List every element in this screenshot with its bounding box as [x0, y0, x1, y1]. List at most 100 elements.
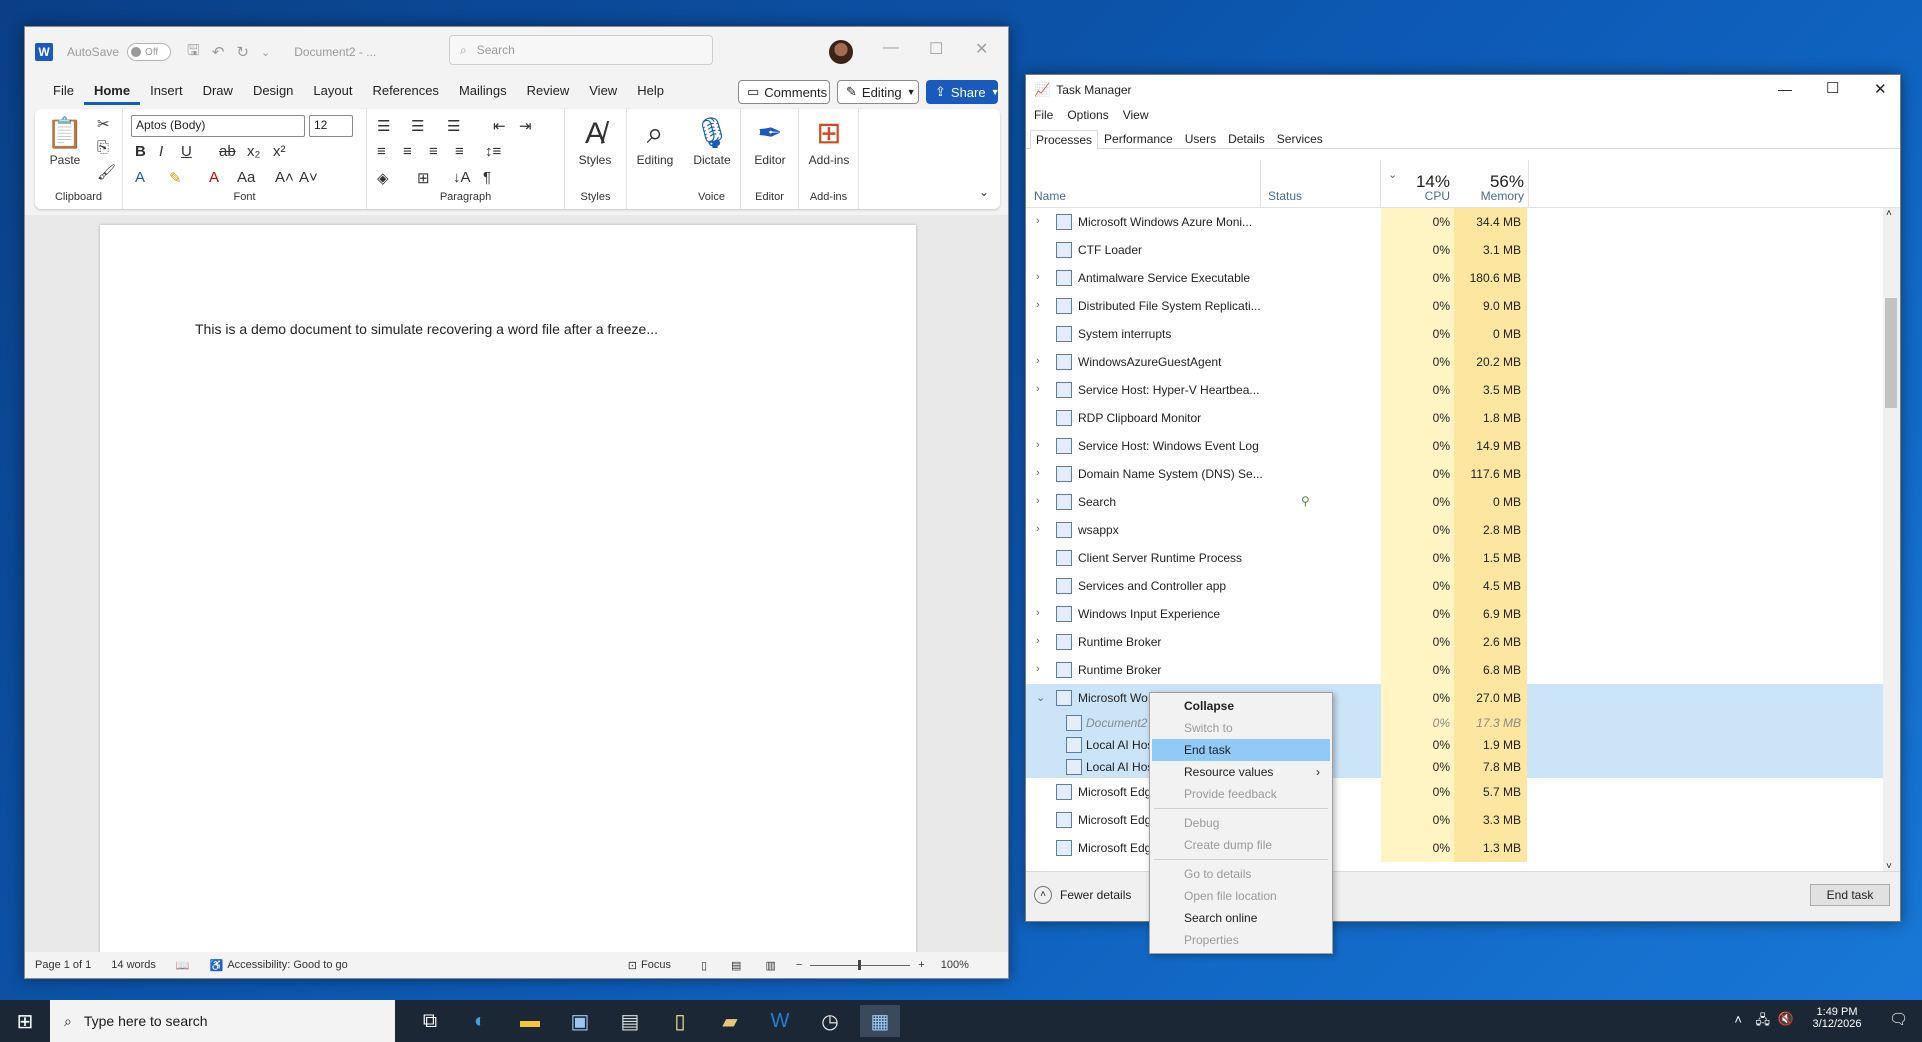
document-page[interactable]: This is a demo document to simulate reco… — [100, 225, 916, 965]
task-manager-taskbar-icon[interactable]: ▦ — [860, 1005, 900, 1037]
font-size-select[interactable]: 12 — [309, 115, 353, 137]
word-search-box[interactable]: ⌕ Search — [449, 35, 713, 65]
process-row[interactable]: › Distributed File System Replicati... 0% 9… — [1026, 292, 1900, 320]
underline-icon[interactable]: U — [181, 143, 192, 160]
save-icon[interactable]: 🖫 — [187, 40, 200, 65]
expand-chevron-icon[interactable]: › — [1036, 383, 1040, 395]
end-task-button[interactable]: End task — [1810, 884, 1890, 906]
tab-services[interactable]: Services — [1271, 129, 1329, 148]
tab-view[interactable]: View — [579, 77, 627, 105]
tab-file[interactable]: File — [43, 77, 84, 105]
process-row[interactable]: › Search 0% 0 MB ⚲ — [1026, 488, 1900, 516]
justify-icon[interactable]: ≡ — [455, 143, 464, 160]
bold-icon[interactable]: B — [135, 143, 146, 160]
expand-chevron-icon[interactable]: › — [1036, 495, 1040, 507]
zoom-in-icon[interactable]: + — [918, 959, 924, 971]
menu-item-collapse[interactable]: Collapse — [1152, 695, 1330, 717]
dictate-button[interactable]: 🎙 Dictate — [684, 115, 740, 167]
edge-icon[interactable]: ◐ — [460, 1005, 500, 1037]
process-row[interactable]: › Microsoft Windows Azure Moni... 0% 34.4 M… — [1026, 208, 1900, 236]
page-count[interactable]: Page 1 of 1 — [35, 959, 91, 971]
zoom-slider[interactable] — [810, 959, 911, 970]
comments-button[interactable]: ▭ Comments — [738, 80, 830, 104]
format-painter-icon[interactable]: 🖌 — [97, 163, 116, 181]
align-center-icon[interactable]: ≡ — [403, 143, 412, 160]
tab-details[interactable]: Details — [1222, 129, 1271, 148]
tab-mailings[interactable]: Mailings — [449, 77, 517, 105]
tm-menu-file[interactable]: File — [1034, 108, 1053, 122]
strikethrough-icon[interactable]: ab — [219, 143, 236, 160]
tm-menu-view[interactable]: View — [1123, 108, 1149, 122]
italic-icon[interactable]: I — [159, 143, 163, 160]
task-view-icon[interactable]: ⧉ — [410, 1005, 450, 1037]
accessibility-status[interactable]: Accessibility: Good to go — [227, 959, 347, 971]
expand-chevron-icon[interactable]: › — [1036, 215, 1040, 227]
shading-icon[interactable]: ◈ — [377, 169, 389, 187]
expand-chevron-icon[interactable]: › — [1036, 635, 1040, 647]
process-row[interactable]: › Service Host: Windows Event Log 0% 14.9 M… — [1026, 432, 1900, 460]
share-button[interactable]: ⇪ Share ▼ — [926, 80, 1000, 104]
customize-qat-icon[interactable]: ⌄ — [261, 46, 270, 59]
font-color-icon[interactable]: A — [209, 169, 219, 186]
cut-icon[interactable]: ✂ — [97, 115, 110, 133]
decrease-indent-icon[interactable]: ⇤ — [493, 117, 506, 135]
start-button-icon[interactable]: ⊞ — [5, 1005, 45, 1037]
tab-help[interactable]: Help — [627, 77, 674, 105]
process-row[interactable]: › Service Host: Hyper-V Heartbea... 0% 3.5 … — [1026, 376, 1900, 404]
word-taskbar-icon[interactable]: W — [760, 1005, 800, 1037]
align-right-icon[interactable]: ≡ — [429, 143, 438, 160]
tab-draw[interactable]: Draw — [193, 77, 243, 105]
remote-desktop-icon[interactable]: ▰ — [710, 1005, 750, 1037]
web-layout-icon[interactable]: ▥ — [765, 959, 775, 972]
line-spacing-icon[interactable]: ↕≡ — [485, 143, 501, 160]
process-row[interactable]: › Runtime Broker 0% 6.8 MB — [1026, 656, 1900, 684]
column-cpu[interactable]: CPU — [1380, 189, 1450, 203]
expand-chevron-icon[interactable]: › — [1036, 663, 1040, 675]
proofing-icon[interactable]: 📖 — [176, 959, 190, 972]
sticky-notes-icon[interactable]: ▯ — [660, 1005, 700, 1037]
copy-icon[interactable]: ⎘ — [97, 139, 109, 156]
tray-clock[interactable]: 1:49 PM 3/12/2026 — [1804, 1006, 1870, 1030]
column-name[interactable]: Name — [1034, 189, 1066, 203]
expand-chevron-icon[interactable]: › — [1036, 355, 1040, 367]
styles-button[interactable]: A̸ Styles — [567, 115, 623, 167]
read-mode-icon[interactable]: ▯ — [701, 959, 707, 972]
editing-mode-button[interactable]: ✎ Editing ▼ — [837, 80, 919, 104]
process-row[interactable]: Client Server Runtime Process 0% 1.5 MB — [1026, 544, 1900, 572]
expand-chevron-icon[interactable]: › — [1036, 271, 1040, 283]
notifications-icon[interactable]: 🗨 — [1889, 1010, 1908, 1028]
grow-font-icon[interactable]: A˄ — [275, 169, 294, 186]
align-left-icon[interactable]: ≡ — [377, 143, 386, 160]
process-row[interactable]: › Runtime Broker 0% 2.6 MB — [1026, 628, 1900, 656]
close-icon[interactable]: ✕ — [975, 39, 988, 59]
notepad-icon[interactable]: ▤ — [610, 1005, 650, 1037]
menu-item-search-online[interactable]: Search online — [1152, 907, 1330, 929]
tm-menu-options[interactable]: Options — [1067, 108, 1108, 122]
collapse-chevron-icon[interactable]: ⌄ — [1036, 691, 1045, 704]
text-effects-icon[interactable]: A — [135, 169, 145, 186]
tab-layout[interactable]: Layout — [303, 77, 362, 105]
paste-button[interactable]: 📋 Paste — [37, 115, 93, 167]
print-layout-icon[interactable]: ▤ — [731, 959, 741, 972]
minimize-icon[interactable]: — — [1778, 81, 1792, 97]
clock-app-icon[interactable]: ◷ — [810, 1005, 850, 1037]
superscript-icon[interactable]: x² — [273, 143, 286, 160]
zoom-out-icon[interactable]: − — [796, 959, 802, 971]
change-case-icon[interactable]: Aa — [237, 169, 255, 186]
editing-button[interactable]: ⌕ Editing — [627, 115, 683, 167]
expand-chevron-icon[interactable]: › — [1036, 439, 1040, 451]
expand-chevron-icon[interactable]: › — [1036, 467, 1040, 479]
multilevel-list-icon[interactable]: ☰ — [447, 117, 460, 135]
tab-insert[interactable]: Insert — [140, 77, 193, 105]
file-explorer-icon[interactable]: ▬ — [510, 1005, 550, 1037]
minimize-icon[interactable]: — — [883, 39, 899, 57]
autosave-toggle[interactable]: Off — [127, 43, 172, 61]
process-row[interactable]: › WindowsAzureGuestAgent 0% 20.2 MB — [1026, 348, 1900, 376]
maximize-icon[interactable]: ☐ — [1826, 79, 1839, 97]
fewer-details-link[interactable]: Fewer details — [1060, 888, 1131, 902]
expand-chevron-icon[interactable]: › — [1036, 607, 1040, 619]
process-row[interactable]: › Antimalware Service Executable 0% 180.6 M… — [1026, 264, 1900, 292]
shrink-font-icon[interactable]: A˅ — [299, 169, 318, 186]
process-row[interactable]: Services and Controller app 0% 4.5 MB — [1026, 572, 1900, 600]
tab-users[interactable]: Users — [1179, 129, 1222, 148]
